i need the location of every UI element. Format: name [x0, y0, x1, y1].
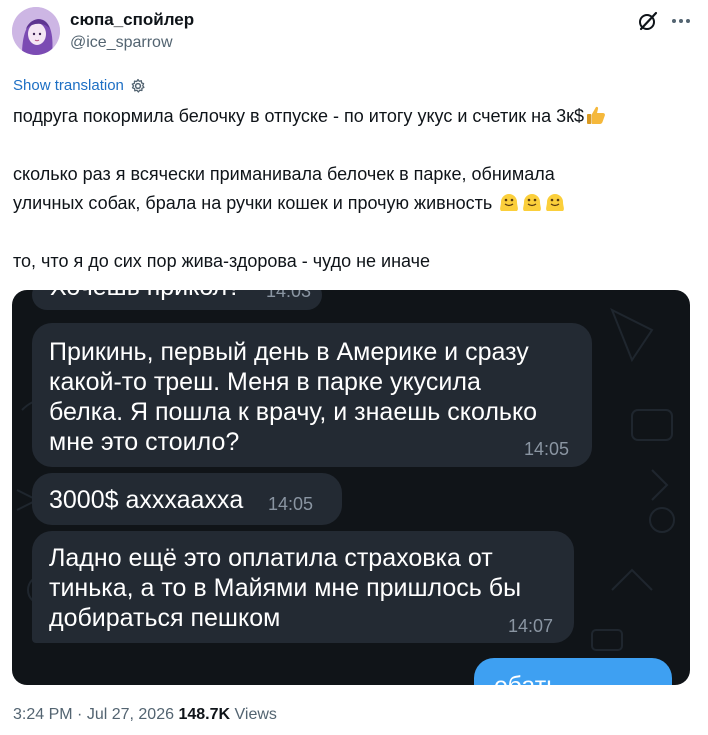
handle[interactable]: @ice_sparrow: [70, 34, 173, 52]
tweet-text-line: подруга покормила белочку в отпуске - по…: [13, 102, 703, 131]
tweet-paragraph-3: то, что я до сих пор жива-здорова - чудо…: [13, 247, 703, 276]
show-translation-link[interactable]: Show translation: [13, 77, 146, 94]
tweet-para2-line1: сколько раз я всячески приманивала белоч…: [13, 164, 555, 184]
display-name[interactable]: сюпа_спойлер: [70, 10, 194, 30]
chat-message-text: Ладно ещё это оплатила страховка от тинь…: [49, 544, 522, 632]
tweet-paragraph-2: сколько раз я всячески приманивала белоч…: [13, 160, 703, 218]
thumbs-up-emoji: [585, 104, 607, 126]
avatar-illustration: [12, 7, 60, 55]
chat-message-text: Хочешь прикол?: [50, 290, 241, 302]
chat-message-text: 3000$ ахххааххa: [49, 486, 244, 514]
chat-message-time: 14:07: [508, 616, 554, 636]
melting-face-emoji: [498, 191, 520, 213]
show-translation-label[interactable]: Show translation: [13, 77, 124, 94]
avatar[interactable]: [12, 7, 60, 55]
chat-message-text: Прикинь, первый день в Америке и сразу к…: [49, 338, 538, 456]
tweet-meta: 3:24 PM · Jul 27, 2026 148.7K Views: [13, 706, 277, 724]
more-icon[interactable]: [670, 10, 692, 32]
melting-face-emoji: [544, 191, 566, 213]
views-count: 148.7K: [178, 706, 231, 723]
chat-outgoing-message: ебать: [474, 658, 672, 685]
chat-message: Ладно ещё это оплатила страховка от тинь…: [32, 531, 574, 643]
tweet-time[interactable]: 3:24 PM: [13, 706, 73, 723]
melting-face-emoji: [521, 191, 543, 213]
views-label: Views: [234, 706, 277, 723]
chat-message-time: 14:03: [266, 290, 312, 301]
tweet-date[interactable]: Jul 27, 2026: [87, 706, 174, 723]
gear-icon[interactable]: [130, 78, 146, 94]
chat-outgoing-text: ебать: [494, 672, 559, 685]
tweet-line1-text: подруга покормила белочку в отпуске - по…: [13, 106, 584, 126]
tweet-para3-text: то, что я до сих пор жива-здорова - чудо…: [13, 251, 431, 271]
tweet-media-image[interactable]: Хочешь прикол? 14:03 Прикинь, первый ден…: [12, 290, 690, 685]
chat-message-time: 14:05: [268, 494, 314, 514]
chat-message: Хочешь прикол? 14:03: [32, 290, 322, 310]
chat-message-time: 14:05: [524, 439, 570, 459]
chat-message: Прикинь, первый день в Америке и сразу к…: [32, 323, 592, 467]
grok-icon[interactable]: [637, 10, 659, 32]
tweet-para2-line2: уличных собак, брала на ручки кошек и пр…: [13, 193, 493, 213]
meta-separator: ·: [72, 706, 87, 723]
chat-message: 3000$ ахххааххa 14:05: [32, 473, 342, 525]
